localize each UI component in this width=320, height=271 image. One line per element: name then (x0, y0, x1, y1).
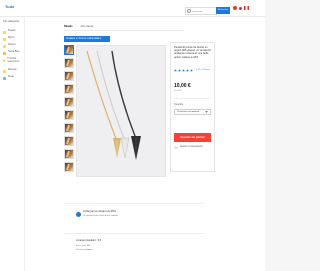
site-logo[interactable]: Tudo (5, 4, 14, 10)
thumbnail[interactable] (64, 136, 74, 146)
top-bar: Tudo Rechercher (0, 0, 265, 17)
category-icon (3, 37, 6, 41)
rating-row[interactable]: 4,7/5 · 128 avis (174, 69, 210, 72)
divider (174, 98, 211, 99)
thumbnail[interactable] (64, 84, 74, 94)
category-icon (3, 69, 6, 73)
star-icon (190, 69, 193, 72)
sidebar-item-label: Maison (8, 43, 16, 46)
search-button[interactable]: Rechercher (216, 7, 230, 14)
thumbnail[interactable] (64, 162, 74, 172)
delivery-line: Envoi sous 48h (76, 244, 91, 247)
chevron-down-icon (205, 111, 208, 113)
verification-box: Vérifié par les Artisans de PNG Un produ… (76, 210, 196, 224)
delivery-link[interactable]: Voir les conditions (76, 249, 196, 252)
sidebar-item-label: Beauté (8, 29, 16, 32)
sidebar-item-label: Mariage (8, 68, 17, 71)
product-title: Pendentif pointe de flèche en argent 925… (174, 46, 211, 59)
star-icon (174, 69, 177, 72)
sidebar-item-beaute[interactable]: Beauté (3, 29, 16, 34)
thumbnail[interactable] (64, 58, 74, 68)
search-input[interactable] (190, 9, 218, 15)
tab-divider (64, 30, 184, 31)
category-icon (3, 51, 6, 55)
product-info-panel: Pendentif pointe de flèche en argent 925… (170, 42, 215, 172)
delivery-title: Livraison standard · 5 € (76, 239, 101, 242)
thumbnail[interactable] (64, 123, 74, 133)
thumbnail[interactable] (64, 149, 74, 159)
product-main-image[interactable] (76, 45, 166, 177)
sidebar-item-produits-saisonniers[interactable]: Produits saisonniers (3, 57, 24, 64)
thumbnail[interactable] (64, 45, 74, 55)
gallery-header: Livraison en France métropolitaine (64, 36, 110, 42)
account-icon[interactable] (239, 6, 242, 10)
wishlist-label: Ajouter à mes favoris (180, 145, 203, 149)
sidebar-item-label: Bijoux (8, 36, 15, 39)
verification-title: Vérifié par les Artisans de PNG (83, 210, 116, 213)
delivery-info: Livraison standard · 5 € Envoi sous 48h … (76, 239, 196, 252)
thumbnail[interactable] (64, 97, 74, 107)
add-to-cart-button[interactable]: Ajouter au panier (174, 133, 211, 142)
wishlist-link[interactable]: Ajouter à mes favoris (174, 145, 203, 150)
section-divider (64, 233, 204, 234)
rating-text[interactable]: 4,7/5 · 128 avis (196, 69, 210, 71)
search-box[interactable] (185, 7, 218, 15)
star-icon (186, 69, 189, 72)
tab-reviews[interactable]: Avis clients (81, 25, 94, 28)
star-icon (182, 69, 185, 72)
language-flag-icon[interactable] (244, 6, 249, 10)
sidebar-item-label: Mode (8, 75, 14, 78)
quantity-value: Choisissez un montant (177, 110, 200, 113)
heart-icon (174, 146, 178, 150)
necklace-image (86, 50, 141, 160)
verified-icon (76, 212, 81, 217)
product-tabs: Détails Avis clients (64, 25, 93, 28)
category-icon (3, 58, 6, 62)
sidebar-item-label: Santé Bien (8, 50, 20, 53)
price: 10,00 € (174, 83, 191, 89)
thumbnail[interactable] (64, 71, 74, 81)
category-icon (3, 44, 6, 48)
sidebar-title: Top catégories (3, 20, 20, 23)
notification-icon[interactable] (233, 6, 237, 10)
star-icon (178, 69, 181, 72)
product-page: Tudo Rechercher Top catégories Beauté Bi… (0, 0, 265, 271)
thumbnail-list (64, 45, 74, 175)
top-icons (233, 6, 249, 10)
verification-subtitle: Un produit vérifié avant d'être expédié (83, 215, 118, 217)
category-icon (3, 76, 6, 80)
quantity-label: Quantité (174, 103, 184, 106)
price-note: Prix TTC (174, 90, 182, 92)
sidebar-item-mode[interactable]: Mode (3, 75, 14, 80)
category-icon (3, 30, 6, 34)
thumbnail[interactable] (64, 110, 74, 120)
section-divider (64, 203, 204, 204)
sidebar-item-mariage[interactable]: Mariage (3, 68, 17, 73)
sidebar-item-maison[interactable]: Maison (3, 43, 16, 48)
sidebar-item-bijoux[interactable]: Bijoux (3, 36, 15, 41)
quantity-select[interactable]: Choisissez un montant (174, 109, 211, 115)
sidebar-item-sante[interactable]: Santé Bien (3, 50, 20, 55)
category-sidebar: Top catégories Beauté Bijoux Maison Sant… (0, 16, 25, 271)
tab-details[interactable]: Détails (64, 25, 73, 28)
sidebar-item-label: Produits saisonniers (7, 57, 20, 63)
